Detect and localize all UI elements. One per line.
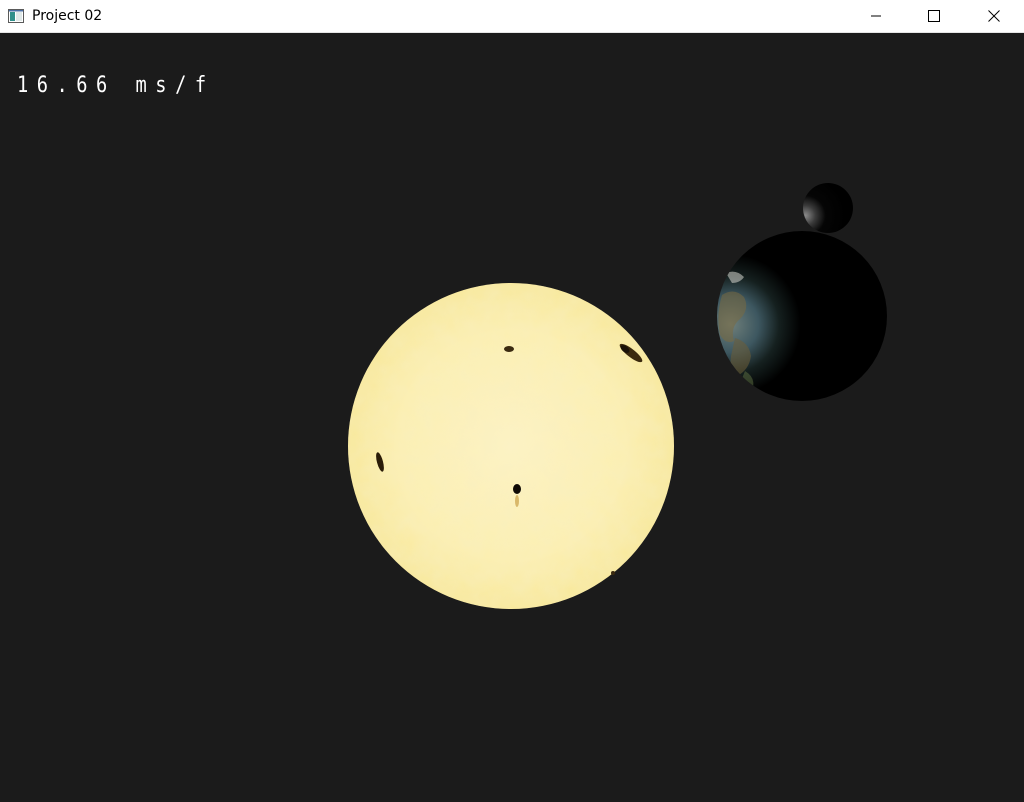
minimize-button[interactable] <box>847 0 905 32</box>
render-viewport[interactable]: 16.66 ms/f <box>0 33 1024 802</box>
maximize-button[interactable] <box>905 0 963 32</box>
close-button[interactable] <box>963 0 1024 32</box>
title-bar[interactable]: Project 02 <box>0 0 1024 33</box>
sun-sphere <box>348 283 674 609</box>
moon-sphere <box>803 183 853 233</box>
app-window-icon <box>8 8 24 23</box>
close-icon <box>987 7 1000 26</box>
frame-time-counter: 16.66 ms/f <box>17 73 215 98</box>
scene-canvas <box>348 183 887 609</box>
app-window: Project 02 16.66 ms/f <box>0 0 1024 802</box>
window-title: Project 02 <box>32 8 103 24</box>
maximize-icon <box>928 7 940 26</box>
earth-sphere <box>717 231 887 401</box>
minimize-icon <box>870 7 882 26</box>
